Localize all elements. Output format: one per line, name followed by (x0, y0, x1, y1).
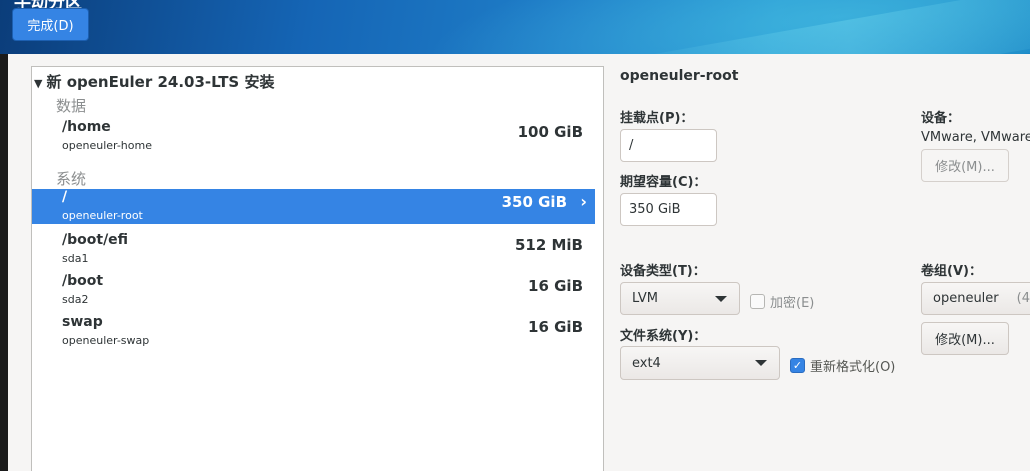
mount-point-name: /home (62, 119, 111, 135)
section-label-system: 系统 (56, 170, 87, 188)
mount-point-row-home[interactable]: /home openeuler-home 100 GiB (32, 119, 595, 154)
done-button[interactable]: 完成(D) (12, 8, 89, 41)
mount-point-size: 100 GiB (517, 123, 583, 141)
reformat-checkbox[interactable]: ✓ 重新格式化(O) (790, 356, 895, 375)
volume-group-label: 卷组(V)： (921, 264, 982, 279)
volume-group-select[interactable]: openeuler (4 M (921, 282, 1030, 315)
encrypt-label: 加密(E) (770, 296, 815, 311)
mount-point-size: 512 MiB (514, 236, 583, 254)
desired-capacity-input[interactable]: 350 GiB (620, 193, 717, 226)
mount-point-row-root[interactable]: / openeuler-root 350 GiB › (32, 189, 595, 224)
mount-point-device: sda1 (62, 252, 89, 265)
checkbox-icon (750, 294, 765, 309)
mount-point-name: swap (62, 314, 103, 330)
mount-point-name: /boot (62, 273, 104, 289)
mount-point-label: 挂载点(P)： (620, 111, 694, 126)
encrypt-checkbox[interactable]: 加密(E) (750, 292, 814, 311)
expand-triangle-icon[interactable]: ▼ (34, 77, 42, 90)
dropdown-arrow-icon (755, 360, 767, 366)
filesystem-label: 文件系统(Y)： (620, 329, 707, 344)
mount-point-size: 16 GiB (528, 277, 583, 295)
checkmark-icon: ✓ (790, 358, 805, 373)
installation-title: 新 openEuler 24.03-LTS 安装 (46, 73, 275, 91)
device-label: 设备： (921, 111, 961, 126)
mount-point-row-swap[interactable]: swap openeuler-swap 16 GiB (32, 314, 595, 349)
mount-point-device: sda2 (62, 293, 89, 306)
desired-capacity-label: 期望容量(C)： (620, 175, 707, 190)
section-label-data: 数据 (56, 97, 87, 115)
mount-point-input[interactable]: / (620, 129, 717, 162)
dropdown-arrow-icon (715, 296, 727, 302)
mount-point-row-boot-efi[interactable]: /boot/efi sda1 512 MiB (32, 232, 595, 267)
device-type-value: LVM (632, 291, 658, 306)
mount-point-size: 350 GiB (501, 193, 567, 211)
mount-point-device: openeuler-swap (62, 334, 150, 347)
volume-group-value: openeuler (933, 291, 999, 306)
mount-point-row-boot[interactable]: /boot sda2 16 GiB (32, 273, 595, 308)
volume-group-modify-button[interactable]: 修改(M)... (921, 322, 1009, 355)
device-modify-button[interactable]: 修改(M)... (921, 149, 1009, 182)
device-type-label: 设备类型(T)： (620, 264, 706, 279)
mount-point-name: / (62, 189, 68, 205)
reformat-label: 重新格式化(O) (810, 360, 896, 375)
chevron-right-icon: › (580, 192, 587, 211)
mount-point-device: openeuler-home (62, 139, 152, 152)
device-value: VMware, VMware V (921, 130, 1030, 145)
filesystem-value: ext4 (632, 355, 661, 371)
mount-point-tree: ▼ 新 openEuler 24.03-LTS 安装 数据 /home opene… (31, 66, 604, 471)
device-type-select[interactable]: LVM (620, 282, 740, 315)
filesystem-select[interactable]: ext4 (620, 346, 780, 380)
mount-point-size: 16 GiB (528, 318, 583, 336)
volume-group-free-space: (4 M (1016, 291, 1030, 306)
header-banner (0, 0, 1030, 54)
detail-title: openeuler-root (620, 68, 739, 84)
mount-point-device: openeuler-root (62, 209, 143, 222)
mount-point-name: /boot/efi (62, 232, 129, 248)
tree-header[interactable]: ▼ 新 openEuler 24.03-LTS 安装 (34, 71, 274, 92)
